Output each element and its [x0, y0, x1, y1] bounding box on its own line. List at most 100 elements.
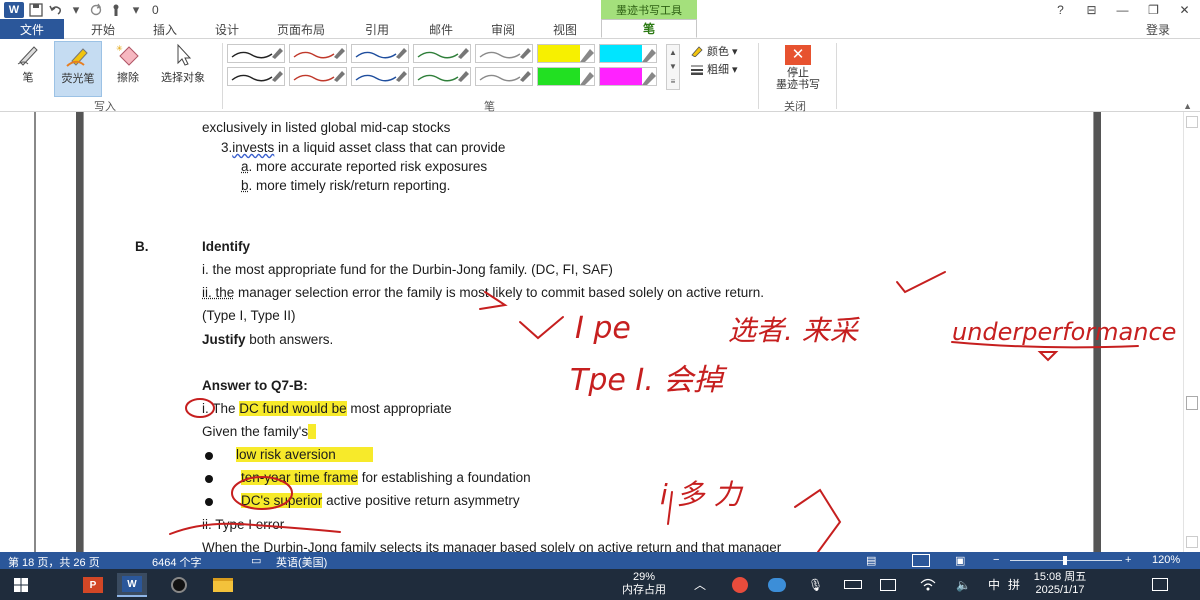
- tab-file[interactable]: 文件: [0, 19, 64, 39]
- microphone-icon[interactable]: 🎙: [808, 569, 823, 600]
- ime-language[interactable]: 中: [988, 569, 1000, 600]
- ink-text-chinese-2: i 多 力: [660, 478, 744, 511]
- scroll-thumb[interactable]: [1186, 396, 1198, 410]
- chevron-down-icon: ▾: [732, 63, 738, 76]
- bullet-icon: [205, 475, 213, 483]
- app-circle-icon[interactable]: [164, 573, 194, 597]
- page-count[interactable]: 第 18 页，共 26 页: [8, 554, 100, 570]
- thickness-dropdown[interactable]: 粗细 ▾: [690, 61, 738, 77]
- tab-pen[interactable]: 笔: [601, 19, 697, 38]
- help-button[interactable]: ?: [1045, 0, 1076, 19]
- memory-usage[interactable]: 29% 内存占用: [612, 571, 676, 597]
- list-item: low risk aversion: [236, 447, 374, 462]
- ime-mode[interactable]: 拼: [1008, 569, 1020, 600]
- tray-cloud-icon[interactable]: [768, 569, 786, 600]
- vertical-scrollbar[interactable]: [1183, 112, 1200, 552]
- proofing-icon[interactable]: ▭: [251, 554, 261, 567]
- pen-gallery-scroll[interactable]: ▲ ▼ ≡: [666, 44, 680, 90]
- volume-icon[interactable]: 🔈: [956, 569, 971, 600]
- pen-swatch[interactable]: [289, 67, 347, 86]
- highlighter-tool-label: 荧光笔: [61, 73, 95, 85]
- quick-access-number: 0: [152, 2, 159, 17]
- pen-swatch[interactable]: [227, 67, 285, 86]
- tray-window-icon[interactable]: [880, 569, 896, 600]
- customize-dropdown-icon[interactable]: ▾: [128, 2, 144, 18]
- tab-insert[interactable]: 插入: [140, 19, 190, 39]
- undo-icon[interactable]: [48, 2, 64, 18]
- ribbon-display-options-button[interactable]: ⊟: [1076, 0, 1107, 19]
- word-count[interactable]: 6464 个字: [152, 554, 202, 570]
- battery-icon[interactable]: [844, 569, 862, 600]
- start-windows-icon[interactable]: [6, 573, 36, 597]
- close-button[interactable]: ✕: [1169, 0, 1200, 19]
- thickness-icon: [691, 65, 703, 75]
- gallery-down-icon[interactable]: ▼: [669, 62, 677, 71]
- pen-swatch[interactable]: [599, 44, 657, 63]
- restore-button[interactable]: ❐: [1138, 0, 1169, 19]
- sign-in-link[interactable]: 登录: [1146, 19, 1170, 39]
- gallery-up-icon[interactable]: ▲: [669, 48, 677, 57]
- eraser-tool-button[interactable]: ✳ 擦除: [104, 41, 152, 97]
- highlighter-tool-button[interactable]: 荧光笔: [54, 41, 102, 97]
- tray-expand-icon[interactable]: ︿: [694, 569, 706, 600]
- pen-swatch[interactable]: [599, 67, 657, 86]
- wifi-icon[interactable]: [920, 569, 936, 600]
- zoom-out-button[interactable]: −: [993, 554, 999, 566]
- zoom-in-button[interactable]: +: [1125, 554, 1131, 566]
- taskbar: P W 29% 内存占用 ︿ 🎙 🔈 中 拼 15:08 周五 2025/1/1…: [0, 569, 1200, 600]
- status-bar: 第 18 页，共 26 页 6464 个字 ▭ 英语(美国) ▤ ▣ − + 1…: [0, 552, 1200, 569]
- web-layout-icon[interactable]: ▣: [955, 554, 965, 567]
- tab-design[interactable]: 设计: [202, 19, 252, 39]
- tab-review[interactable]: 审阅: [478, 19, 528, 39]
- tab-layout[interactable]: 页面布局: [266, 19, 336, 39]
- pen-swatch[interactable]: [351, 67, 409, 86]
- language-indicator[interactable]: 英语(美国): [276, 554, 327, 570]
- pen-swatch[interactable]: [289, 44, 347, 63]
- word-app-icon[interactable]: W: [4, 1, 24, 18]
- read-mode-icon[interactable]: ▤: [866, 554, 876, 567]
- zoom-level[interactable]: 120%: [1152, 554, 1180, 566]
- pen-swatch[interactable]: [475, 67, 533, 86]
- print-layout-icon[interactable]: [912, 554, 930, 567]
- redo-icon[interactable]: [88, 2, 104, 18]
- undo-dropdown-icon[interactable]: ▾: [68, 2, 84, 18]
- doc-line: When the Durbin-Jong family selects its …: [202, 540, 782, 552]
- pen-swatch[interactable]: [351, 44, 409, 63]
- minimize-button[interactable]: —: [1107, 0, 1138, 19]
- tab-mailings[interactable]: 邮件: [416, 19, 466, 39]
- select-objects-button[interactable]: 选择对象: [152, 41, 214, 97]
- doc-line: exclusively in listed global mid-cap sto…: [202, 120, 451, 135]
- scroll-down-icon[interactable]: [1186, 536, 1198, 548]
- tab-home[interactable]: 开始: [78, 19, 128, 39]
- pen-tool-button[interactable]: 笔: [4, 41, 52, 97]
- title-bar: W ▾ ▾ 0 墨迹书写工具 ? ⊟ — ❐ ✕: [0, 0, 1200, 19]
- tab-references[interactable]: 引用: [352, 19, 402, 39]
- stop-inking-button[interactable]: ✕ 停止 墨迹书写: [768, 41, 828, 99]
- pen-swatch[interactable]: [475, 44, 533, 63]
- collapse-ribbon-icon[interactable]: ▲: [1183, 101, 1192, 111]
- tray-app-icon[interactable]: [732, 569, 748, 600]
- clock[interactable]: 15:08 周五 2025/1/17: [1025, 571, 1095, 597]
- touch-mode-icon[interactable]: [108, 2, 124, 18]
- pen-swatch[interactable]: [227, 44, 285, 63]
- save-icon[interactable]: [28, 2, 44, 18]
- document-area[interactable]: exclusively in listed global mid-cap sto…: [0, 112, 1200, 552]
- powerpoint-app-icon[interactable]: P: [78, 573, 108, 597]
- group-divider: [758, 43, 759, 109]
- pen-ribbon: 笔 荧光笔 ✳ 擦除 选择对象 写入 ▲ ▼ ≡ 颜色 ▾ 粗细 ▾ 笔 ✕ 停…: [0, 39, 1200, 113]
- pen-swatch[interactable]: [413, 44, 471, 63]
- scroll-up-icon[interactable]: [1186, 116, 1198, 128]
- tab-view[interactable]: 视图: [540, 19, 590, 39]
- pen-swatch[interactable]: [413, 67, 471, 86]
- word-window: W ▾ ▾ 0 墨迹书写工具 ? ⊟ — ❐ ✕ 文件 开始 插入 设计 页面布…: [0, 0, 1200, 600]
- file-explorer-icon[interactable]: [208, 573, 238, 597]
- doc-line: i. The DC fund would be most appropriate: [202, 401, 452, 416]
- cursor-icon: [167, 41, 199, 69]
- color-dropdown[interactable]: 颜色 ▾: [690, 43, 738, 59]
- word-app-taskbar-icon[interactable]: W: [117, 573, 147, 597]
- zoom-slider-thumb[interactable]: [1063, 556, 1067, 565]
- pen-swatch[interactable]: [537, 67, 595, 86]
- gallery-more-icon[interactable]: ≡: [671, 77, 676, 86]
- pen-swatch[interactable]: [537, 44, 595, 63]
- notification-icon[interactable]: [1152, 569, 1168, 600]
